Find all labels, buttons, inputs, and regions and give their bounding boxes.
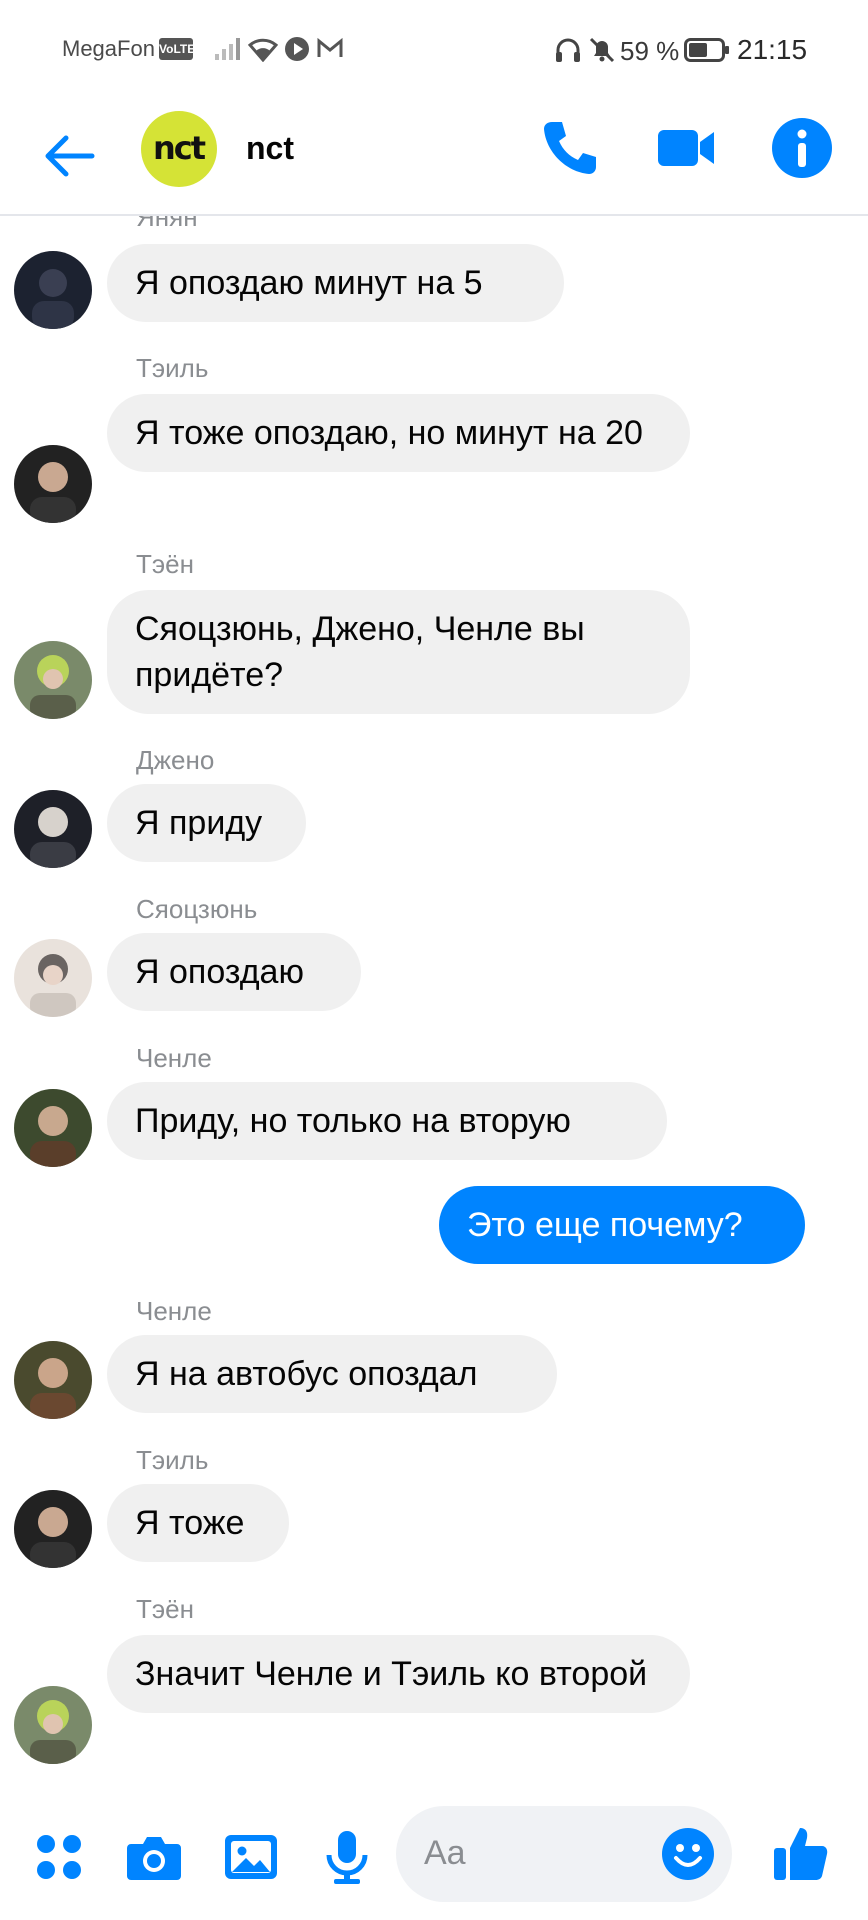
play-icon [285,37,309,61]
thumbs-up-icon[interactable] [770,1824,830,1884]
sender-name: Ченле [136,1296,212,1326]
sender-name: Джено [136,745,215,775]
sender-name: Тэиль [136,353,209,383]
message-bubble[interactable]: Значит Ченле и Тэиль ко второй [107,1635,690,1713]
message-bubble[interactable]: Я опоздаю [107,933,361,1011]
avatar[interactable] [14,445,92,523]
avatar[interactable] [14,641,92,719]
battery-percent: 59 % [620,36,680,66]
camera-icon[interactable] [125,1828,183,1886]
chat-header: nct nct [0,100,868,216]
volte-badge: VoLTE [159,38,195,60]
sender-name: Ченле [136,1043,212,1073]
back-arrow-icon[interactable] [40,126,100,186]
message-bubble[interactable]: Я тоже [107,1484,289,1562]
message-bubble[interactable]: Я на автобус опоздал [107,1335,557,1413]
clock: 21:15 [737,34,808,65]
signal-icon [215,38,240,60]
outgoing-message-bubble[interactable]: Это еще почему? [439,1186,805,1264]
avatar[interactable] [14,1341,92,1419]
group-avatar[interactable]: nct [141,111,217,187]
message-bubble[interactable]: Приду, но только на вторую [107,1082,667,1160]
sender-name: Сяоцзюнь [136,894,258,924]
sender-name: Тэён [136,1594,194,1624]
avatar[interactable] [14,1686,92,1764]
headphones-icon [556,38,580,62]
emoji-icon[interactable] [660,1826,716,1882]
gallery-icon[interactable] [222,1828,280,1886]
sender-name: Тэиль [136,1445,209,1475]
wifi-icon [248,38,278,62]
message-bubble[interactable]: Я опоздаю минут на 5 [107,244,564,322]
avatar[interactable] [14,790,92,868]
status-bar: MegaFon VoLTE 59 % 21:15 [0,0,868,100]
message-bubble[interactable]: Сяоцзюнь, Джено, Ченле вы придёте? [107,590,690,714]
battery-icon [684,38,729,62]
chat-title[interactable]: nct [246,130,294,167]
composer-bar: Aa [0,1780,868,1920]
menu-dots-icon[interactable] [30,1828,88,1886]
carrier-label: MegaFon [62,36,155,61]
message-bubble[interactable]: Я тоже опоздаю, но минут на 20 [107,394,690,472]
microphone-icon[interactable] [318,1828,376,1886]
video-call-icon[interactable] [654,116,718,180]
info-icon[interactable] [770,116,834,180]
nct-logo: nct [153,129,206,167]
mute-bell-icon [589,37,615,63]
avatar[interactable] [14,251,92,329]
message-input[interactable]: Aa [396,1806,732,1902]
sender-name: Тэён [136,549,194,579]
avatar[interactable] [14,1490,92,1568]
message-bubble[interactable]: Я приду [107,784,306,862]
phone-call-icon[interactable] [538,116,602,180]
sender-name: Янян [136,216,198,232]
input-placeholder: Aa [424,1834,466,1872]
avatar[interactable] [14,1089,92,1167]
avatar[interactable] [14,939,92,1017]
message-list[interactable]: Янян Я опоздаю минут на 5 Тэиль Я тоже о… [0,216,868,1776]
mail-icon [317,37,343,57]
